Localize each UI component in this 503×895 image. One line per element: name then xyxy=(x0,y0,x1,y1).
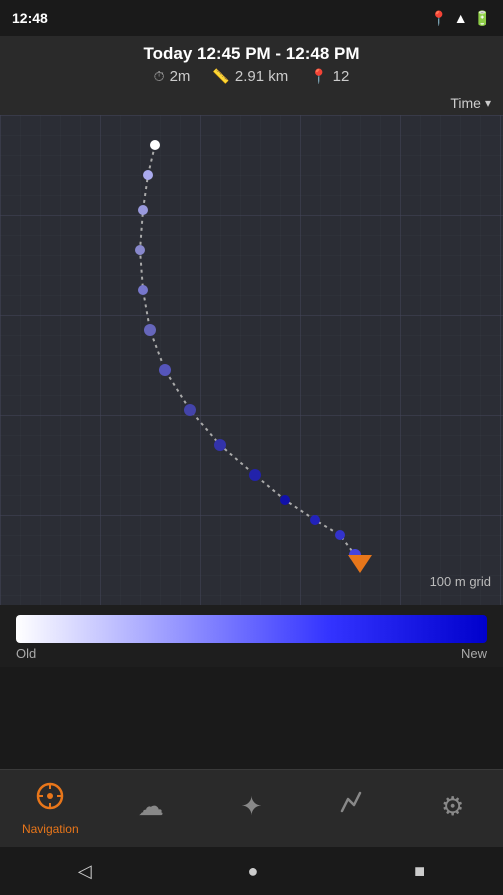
settings-nav-icon: ⚙ xyxy=(441,791,464,822)
nav-label-navigation: Navigation xyxy=(22,822,79,836)
battery-icon: 🔋 xyxy=(474,10,491,27)
duration-value: 2m xyxy=(170,68,191,85)
nav-item-settings[interactable]: ⚙ xyxy=(402,791,503,826)
grid-label: 100 m grid xyxy=(430,574,491,589)
bottom-nav: Navigation ☁ ✦ ⚙ xyxy=(0,769,503,847)
track-point xyxy=(335,530,345,540)
time-selector[interactable]: Time ▾ xyxy=(0,91,503,115)
status-left: 12:48 xyxy=(12,10,48,26)
grid-svg xyxy=(0,115,503,605)
track-point xyxy=(159,364,171,376)
chart-area: 100 m grid xyxy=(0,115,503,605)
track-point xyxy=(135,245,145,255)
track-point xyxy=(138,205,148,215)
status-time: 12:48 xyxy=(12,10,48,26)
header-stats: ⏱ 2m 📏 2.91 km 📍 12 xyxy=(0,68,503,85)
time-dropdown-arrow: ▾ xyxy=(485,96,491,110)
status-right: 📍 ▲ 🔋 xyxy=(430,10,491,27)
points-stat: 📍 12 xyxy=(310,68,349,85)
clock-icon: ⏱ xyxy=(154,68,165,85)
track-point xyxy=(144,324,156,336)
system-nav-bar: ◁ ● ■ xyxy=(0,847,503,895)
track-point xyxy=(310,515,320,525)
star-nav-icon: ✦ xyxy=(241,791,263,822)
distance-value: 2.91 km xyxy=(235,68,288,85)
location-icon: 📍 xyxy=(430,10,447,27)
nav-item-signal[interactable] xyxy=(302,789,403,828)
gradient-old-label: Old xyxy=(16,646,36,661)
header-title: Today 12:45 PM - 12:48 PM xyxy=(0,44,503,64)
track-point xyxy=(143,170,153,180)
track-point-start xyxy=(150,140,160,150)
back-button[interactable]: ◁ xyxy=(78,861,92,882)
gradient-bar xyxy=(16,615,487,643)
gradient-bar-container: Old New xyxy=(0,605,503,667)
wifi-icon: ▲ xyxy=(454,10,468,26)
nav-item-navigation[interactable]: Navigation xyxy=(0,781,101,836)
distance-stat: 📏 2.91 km xyxy=(212,68,288,85)
track-point xyxy=(184,404,196,416)
weather-nav-icon: ☁ xyxy=(138,791,164,822)
ruler-icon: 📏 xyxy=(212,68,229,85)
nav-item-weather[interactable]: ☁ xyxy=(101,791,202,826)
signal-nav-icon xyxy=(338,789,366,824)
duration-stat: ⏱ 2m xyxy=(154,68,191,85)
track-point xyxy=(249,469,261,481)
gradient-new-label: New xyxy=(461,646,487,661)
nav-item-star[interactable]: ✦ xyxy=(201,791,302,826)
track-point xyxy=(280,495,290,505)
track-point xyxy=(214,439,226,451)
navigation-nav-icon xyxy=(35,781,65,818)
gradient-labels: Old New xyxy=(16,646,487,661)
track-point xyxy=(138,285,148,295)
recent-button[interactable]: ■ xyxy=(414,861,425,882)
pin-icon: 📍 xyxy=(310,68,327,85)
header: Today 12:45 PM - 12:48 PM ⏱ 2m 📏 2.91 km… xyxy=(0,36,503,91)
points-value: 12 xyxy=(333,68,350,85)
status-bar: 12:48 📍 ▲ 🔋 xyxy=(0,0,503,36)
home-button[interactable]: ● xyxy=(248,861,259,882)
time-label: Time xyxy=(450,95,481,111)
